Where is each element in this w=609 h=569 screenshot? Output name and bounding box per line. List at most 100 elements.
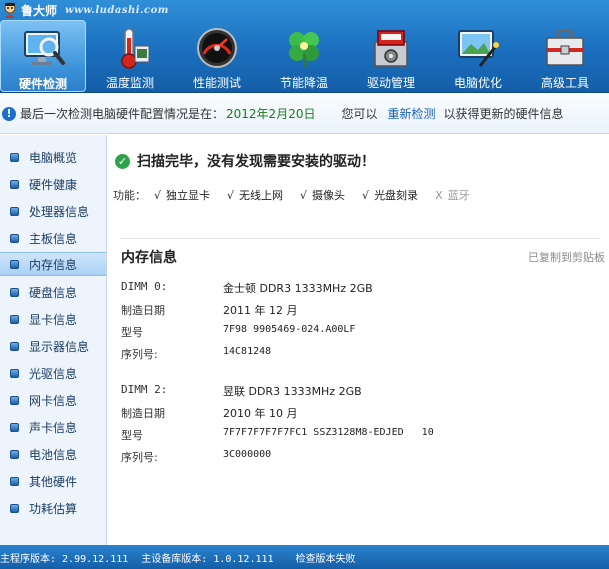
nav-temperature[interactable]: 温度监测 xyxy=(87,20,173,92)
sidebar-item-label: 其他硬件 xyxy=(29,474,78,489)
program-version: 主程序版本: 2.99.12.111 xyxy=(0,553,129,565)
field-key: 型号 xyxy=(121,429,143,442)
sidebar-item-power[interactable]: 功耗估算 xyxy=(0,496,106,520)
bullet-icon xyxy=(10,368,19,378)
bullet-icon xyxy=(10,395,19,405)
bullet-icon xyxy=(10,476,19,486)
nav-driver-manage[interactable]: 驱动管理 xyxy=(348,20,434,92)
sidebar-item-battery[interactable]: 电池信息 xyxy=(0,442,106,466)
field-key: 序列号: xyxy=(121,451,158,464)
speedometer-icon xyxy=(197,28,237,68)
field-value: 14C81248 xyxy=(223,346,272,357)
sidebar-item-label: 光驱信息 xyxy=(29,366,78,381)
scan-result: ✓ 扫描完毕，没有发现需要安装的驱动！ xyxy=(115,151,375,171)
version-check-status[interactable]: 检查版本失败 xyxy=(296,550,356,565)
sidebar-item-overview[interactable]: 电脑概览 xyxy=(0,145,106,169)
feature-item: √ 独立显卡 xyxy=(154,187,210,203)
memory-section-title: 内存信息 xyxy=(121,250,177,266)
field-value: 昱联 DDR3 1333MHz 2GB xyxy=(223,385,362,398)
sidebar-item-monitor[interactable]: 显示器信息 xyxy=(0,334,106,358)
sidebar-item-label: 硬盘信息 xyxy=(29,285,78,300)
feature-item: √ 光盘刻录 xyxy=(362,187,418,203)
feature-label: 摄像头 xyxy=(312,189,346,202)
sidebar-item-network[interactable]: 网卡信息 xyxy=(0,388,106,412)
nav-hardware-detect[interactable]: 硬件检测 xyxy=(0,20,86,92)
field-key: 序列号: xyxy=(121,348,158,361)
top-toolbar: 鲁大师 www.ludashi.com 硬件检测 温度监测 性能测试 节能降温 … xyxy=(0,0,609,93)
feature-item-disabled: X 蓝牙 xyxy=(435,187,470,203)
feature-label: 蓝牙 xyxy=(447,189,470,202)
bullet-icon xyxy=(10,233,19,243)
nav-label: 硬件检测 xyxy=(18,77,67,91)
checkmark-icon: √ xyxy=(300,188,308,202)
field-key: 型号 xyxy=(121,326,143,339)
field-key: DIMM 0: xyxy=(121,280,168,293)
brand-url: www.ludashi.com xyxy=(65,4,169,16)
sidebar-item-motherboard[interactable]: 主板信息 xyxy=(0,226,106,250)
cross-icon: X xyxy=(435,188,443,202)
nav-advanced-tools[interactable]: 高级工具 xyxy=(522,20,608,92)
sidebar-item-cpu[interactable]: 处理器信息 xyxy=(0,199,106,223)
check-circle-icon: ✓ xyxy=(115,153,130,169)
status-bar: 主程序版本: 2.99.12.111 主设备库版本: 1.0.12.111 检查… xyxy=(0,545,609,569)
sidebar-item-other[interactable]: 其他硬件 xyxy=(0,469,106,493)
sidebar-item-health[interactable]: 硬件健康 xyxy=(0,172,106,196)
sidebar-item-disk[interactable]: 硬盘信息 xyxy=(0,280,106,304)
sidebar-item-label: 声卡信息 xyxy=(29,420,78,435)
brand: 鲁大师 www.ludashi.com xyxy=(0,0,169,20)
sidebar-item-sound[interactable]: 声卡信息 xyxy=(0,415,106,439)
dimm0-model-row: 型号 7F98 9905469-024.A00LF xyxy=(121,324,601,344)
checkmark-icon: √ xyxy=(362,188,370,202)
bullet-icon xyxy=(10,422,19,432)
last-detect-info-bar: ! 最后一次检测电脑硬件配置情况是在： 2012年2月20日 您可以 重新检测 … xyxy=(0,94,609,134)
thermometer-icon xyxy=(121,28,150,69)
nav-label: 性能测试 xyxy=(192,76,241,90)
bullet-icon xyxy=(10,287,19,297)
nav-label: 温度监测 xyxy=(105,76,154,90)
feature-item: √ 摄像头 xyxy=(300,187,345,203)
toolbox-icon xyxy=(546,29,584,66)
sidebar-item-label: 网卡信息 xyxy=(29,393,78,408)
sidebar-item-label: 主板信息 xyxy=(29,231,78,246)
sidebar-item-optical[interactable]: 光驱信息 xyxy=(0,361,106,385)
sidebar-item-label: 电脑概览 xyxy=(29,150,78,165)
sidebar-item-graphics[interactable]: 显卡信息 xyxy=(0,307,106,331)
bullet-icon xyxy=(10,341,19,351)
feature-item: √ 无线上网 xyxy=(227,187,283,203)
features-title: 功能： xyxy=(113,189,146,202)
nav-performance[interactable]: 性能测试 xyxy=(174,20,260,92)
sidebar-item-memory[interactable]: 内存信息 xyxy=(0,252,106,276)
checkmark-icon: √ xyxy=(154,188,162,202)
bullet-icon xyxy=(10,259,19,269)
field-key: 制造日期 xyxy=(121,304,165,317)
redetect-link[interactable]: 重新检测 xyxy=(387,105,435,122)
copied-to-clipboard-link[interactable]: 已复制到剪贴板 xyxy=(528,249,605,265)
device-db-version: 主设备库版本: 1.0.12.111 xyxy=(141,553,274,565)
bullet-icon xyxy=(10,314,19,324)
sidebar-item-label: 电池信息 xyxy=(29,447,78,462)
feature-label: 独立显卡 xyxy=(166,189,211,202)
last-detect-text: 最后一次检测电脑硬件配置情况是在： xyxy=(20,107,225,121)
info-tail-text: 以获得更新的硬件信息 xyxy=(443,107,564,121)
scan-message: 扫描完毕，没有发现需要安装的驱动！ xyxy=(137,154,375,170)
nav-energy-saving[interactable]: 节能降温 xyxy=(261,20,347,92)
info-icon: ! xyxy=(2,106,16,121)
sidebar-item-label: 内存信息 xyxy=(29,257,78,272)
sidebar-item-label: 功耗估算 xyxy=(29,501,78,516)
driver-chip-box-icon xyxy=(374,30,408,67)
bullet-icon xyxy=(10,152,19,162)
section-divider xyxy=(120,238,600,239)
field-value: 3C000000 xyxy=(223,449,272,460)
clover-leaf-icon xyxy=(289,32,319,69)
field-value: 7F98 9905469-024.A00LF xyxy=(223,324,356,335)
checkmark-icon: √ xyxy=(227,188,235,202)
bullet-icon xyxy=(10,503,19,513)
sidebar-item-label: 显示器信息 xyxy=(29,339,90,354)
brand-name: 鲁大师 xyxy=(21,3,58,18)
info-you-can-text: 您可以 xyxy=(341,107,378,121)
dimm2-date-row: 制造日期 2010 年 10 月 xyxy=(121,405,601,425)
dimm0-serial-row: 序列号: 14C81248 xyxy=(121,346,601,366)
nav-optimize[interactable]: 电脑优化 xyxy=(435,20,521,92)
sidebar-item-label: 处理器信息 xyxy=(29,204,90,219)
nav-label: 驱动管理 xyxy=(366,76,415,90)
